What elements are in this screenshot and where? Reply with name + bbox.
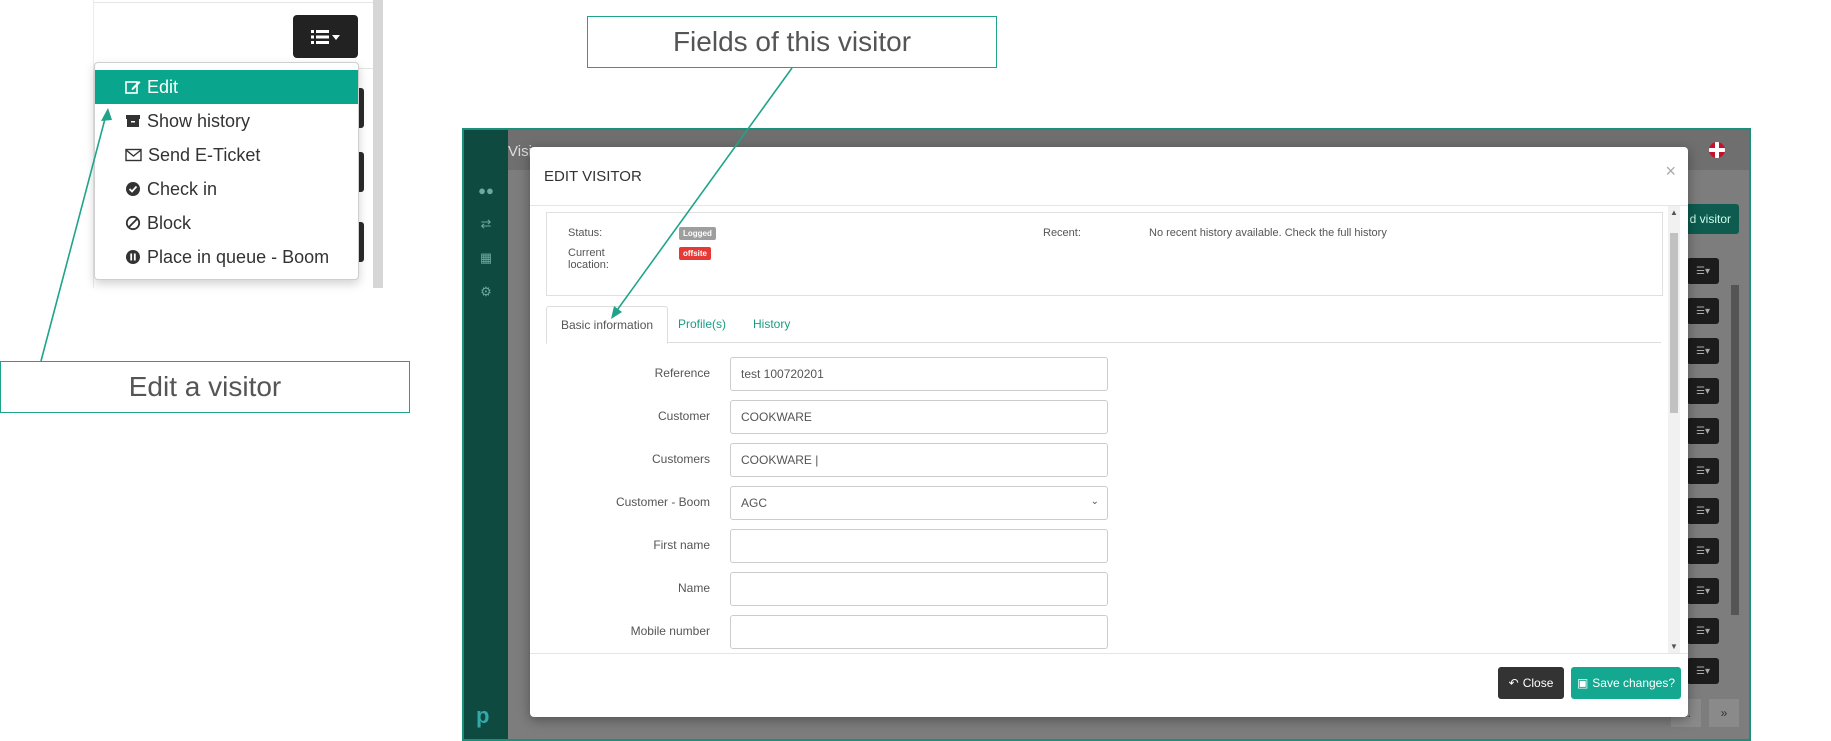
arrow-edit-visitor [40,114,107,362]
arrowhead-icon [611,306,622,319]
annotation-arrows [40,67,793,362]
arrow-fields-visitor [614,67,793,314]
arrowhead-icon [101,108,112,121]
